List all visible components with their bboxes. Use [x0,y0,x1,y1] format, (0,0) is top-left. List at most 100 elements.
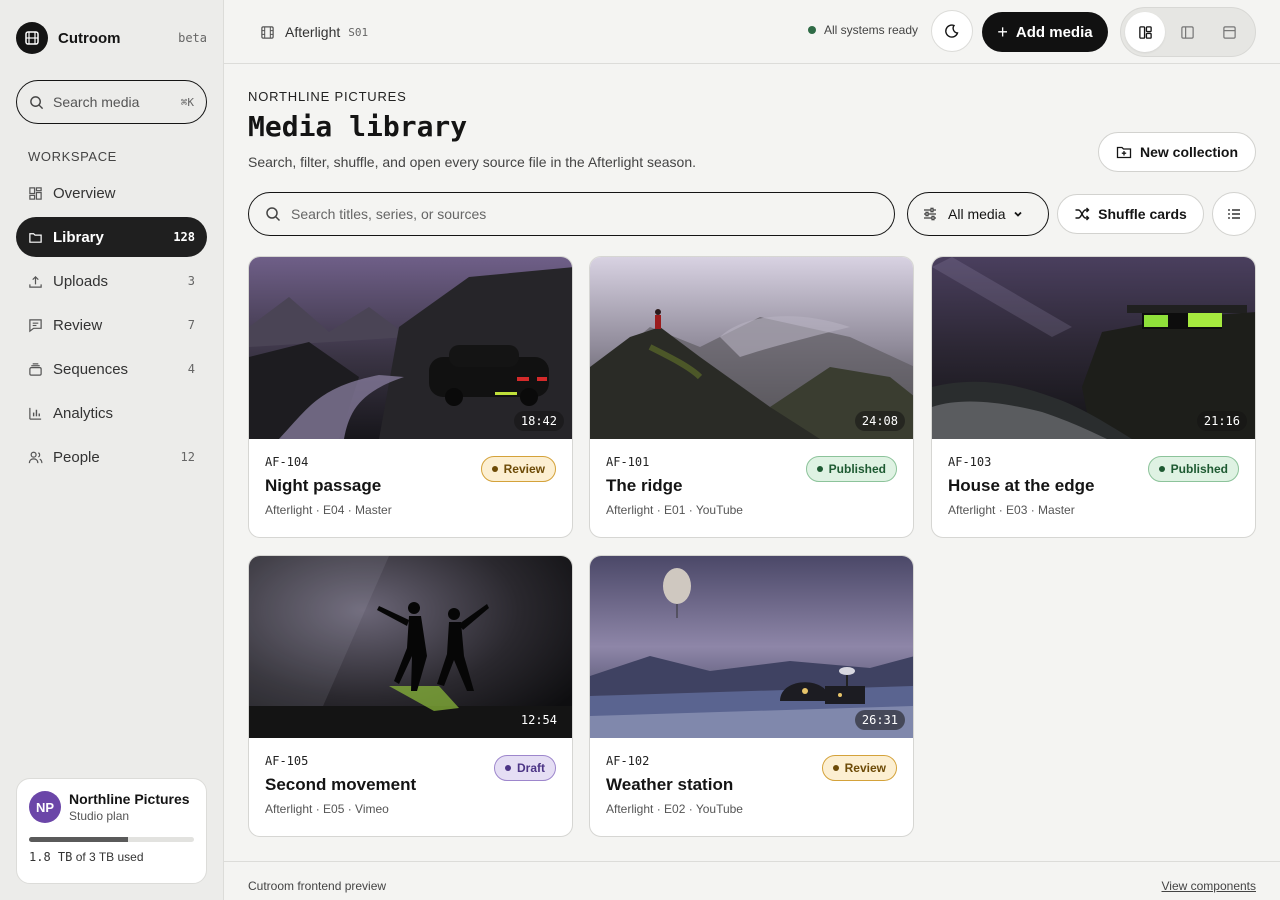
sidebar-search-placeholder: Search media [53,94,140,110]
status-badge-label: Draft [516,761,545,775]
sidebar-item-label: Overview [53,184,116,202]
media-card[interactable]: 26:31 AF-102 Weather station Afterlight … [589,555,914,837]
shuffle-cards-button[interactable]: Shuffle cards [1057,194,1204,234]
theme-toggle-button[interactable] [931,10,973,52]
sidebar-item-sequences[interactable]: Sequences 4 [16,349,207,389]
media-card[interactable]: 24:08 AF-101 The ridge Afterlight · E01 … [589,256,914,538]
brand[interactable]: Cutroom beta [16,22,207,54]
sidebar-nav: Overview Library 128 Uploads 3 Review 7 … [16,173,207,481]
status-text: All systems ready [824,23,919,37]
org-eyebrow: NORTHLINE PICTURES [248,89,407,104]
media-meta: Afterlight · E01 · YouTube [606,503,743,517]
sidebar-item-library[interactable]: Library 128 [16,217,207,257]
layout-split-icon [1180,25,1194,39]
avatar: NP [29,791,61,823]
chevron-down-icon [1013,211,1022,217]
layers-icon [29,362,42,376]
media-card[interactable]: 12:54 AF-105 Second movement Afterlight … [248,555,573,837]
media-thumbnail: 21:16 [932,257,1255,439]
footer: Cutroom frontend preview View components [224,861,1280,900]
status-badge-label: Published [828,462,886,476]
folder-plus-icon [1116,146,1132,159]
shuffle-label: Shuffle cards [1098,206,1187,222]
add-media-button[interactable]: + Add media [982,12,1108,52]
media-thumbnail: 12:54 [249,556,572,738]
search-icon [30,95,44,109]
topbar: Afterlight S01 All systems ready + Add m… [224,0,1280,64]
layout-panel-button[interactable] [1209,12,1249,52]
shuffle-icon [1075,207,1090,221]
status-badge-label: Published [1170,462,1228,476]
media-search [248,192,895,236]
status-badge: Review [821,755,897,781]
duration-label: 12:54 [513,710,564,730]
media-card[interactable]: 18:42 AF-104 Night passage Afterlight · … [248,256,573,538]
breadcrumb[interactable]: Afterlight S01 [260,22,368,42]
section-label: WORKSPACE [28,149,117,164]
sidebar-item-label: Sequences [53,360,129,378]
account-card[interactable]: NP Northline Pictures Studio plan 1.8 TB… [16,778,207,884]
account-plan: Studio plan [69,809,130,823]
layout-grid-button[interactable] [1125,12,1165,52]
status-badge: Published [805,456,897,482]
footer-note: Cutroom frontend preview [248,879,387,893]
season-label: S01 [348,25,369,39]
sidebar-item-count: 7 [187,318,195,332]
new-collection-label: New collection [1139,144,1239,160]
sidebar-item-count: 128 [173,230,195,244]
sidebar-search[interactable]: Search media ⌘K [16,80,207,124]
status-badge-label: Review [844,761,886,775]
sidebar-item-label: Review [53,316,103,334]
status-badge: Review [480,456,556,482]
media-meta: Afterlight · E02 · YouTube [606,802,743,816]
list-view-button[interactable] [1212,192,1256,236]
media-meta: Afterlight · E04 · Master [265,503,392,517]
layout-split-button[interactable] [1167,12,1207,52]
sidebar-item-people[interactable]: People 12 [16,437,207,477]
status-badge-label: Review [503,462,545,476]
media-thumbnail: 18:42 [249,257,572,439]
sidebar-item-analytics[interactable]: Analytics [16,393,207,433]
new-collection-button[interactable]: New collection [1098,132,1256,172]
media-search-input[interactable] [291,206,851,222]
layout-switcher [1120,7,1256,57]
list-icon [1228,209,1240,219]
duration-label: 26:31 [854,710,905,730]
sidebar-item-count: 3 [187,274,195,288]
sidebar: Cutroom beta Search media ⌘K WORKSPACE O… [0,0,224,900]
page-subtitle: Search, filter, shuffle, and open every … [248,154,697,170]
status-dot [808,26,816,34]
media-meta: Afterlight · E05 · Vimeo [265,802,389,816]
media-card[interactable]: 21:16 AF-103 House at the edge Afterligh… [931,256,1256,538]
users-icon [28,451,43,463]
view-components-link[interactable]: View components [1162,879,1257,893]
search-icon [266,207,281,222]
storage-total: of 3 TB used [72,850,144,864]
sidebar-item-overview[interactable]: Overview [16,173,207,213]
bar-chart-icon [29,407,42,420]
sidebar-item-review[interactable]: Review 7 [16,305,207,345]
layout-grid-icon [1138,25,1152,39]
sidebar-item-count: 12 [180,450,195,464]
project-title: Afterlight [285,24,341,40]
status-badge: Published [1147,456,1239,482]
media-filter-dropdown[interactable]: All media [907,192,1049,236]
sidebar-item-label: People [53,448,100,466]
duration-label: 18:42 [513,411,564,431]
film-logo-icon [16,22,48,54]
add-media-label: Add media [1015,23,1093,41]
shortcut-hint: ⌘K [180,95,194,109]
system-status: All systems ready [808,23,918,37]
sidebar-item-uploads[interactable]: Uploads 3 [16,261,207,301]
storage-used: 1.8 TB [29,850,73,864]
film-icon [261,25,274,39]
sliders-icon [924,207,936,221]
filter-label: All media [948,206,1006,222]
media-meta: Afterlight · E03 · Master [948,503,1075,517]
grid-icon [29,186,42,200]
app-name: Cutroom [58,29,121,47]
status-badge: Draft [493,755,556,781]
sidebar-item-label: Uploads [53,272,109,290]
message-icon [29,318,42,332]
moon-icon [945,24,959,38]
